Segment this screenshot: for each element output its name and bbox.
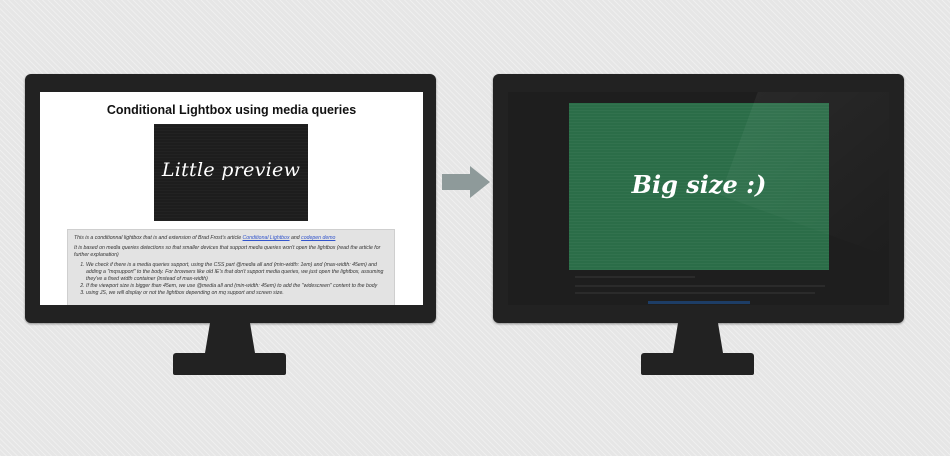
step-item: If the viewport size is bigger than 45em… [86, 283, 388, 290]
page-title: Conditional Lightbox using media queries [106, 103, 357, 117]
faint-text-line [575, 285, 825, 287]
left-monitor-neck [205, 323, 255, 353]
right-monitor-neck [673, 323, 723, 353]
left-monitor-screen: Conditional Lightbox using media queries… [40, 92, 423, 305]
right-monitor-screen: Big size :) [508, 92, 889, 305]
right-monitor-base [641, 353, 754, 375]
steps-list: We check if there is a media queries sup… [74, 262, 388, 297]
intro-and: and [289, 235, 302, 241]
description-box: This is a conditionnal lightbox that is … [67, 229, 395, 305]
step-item: We check if there is a media queries sup… [86, 262, 388, 283]
intro-prefix: This is a conditionnal lightbox that is … [74, 235, 243, 241]
faint-text-line [575, 276, 695, 278]
step-item: using JS, we will display or not the lig… [86, 290, 388, 297]
codepen-demo-link[interactable]: codepen demo [301, 235, 335, 241]
little-preview-thumbnail[interactable]: Little preview [154, 124, 308, 221]
little-preview-label: Little preview [161, 159, 301, 181]
left-monitor-base [173, 353, 286, 375]
conditional-lightbox-link[interactable]: Conditional Lightbox [243, 235, 290, 241]
detection-paragraph: It is based on media queries detections … [74, 245, 381, 258]
faint-text-line [575, 292, 815, 294]
lightbox-close-bar[interactable] [648, 301, 750, 304]
intro-paragraph: This is a conditionnal lightbox that is … [74, 235, 388, 242]
arrow-right-icon [442, 166, 490, 198]
